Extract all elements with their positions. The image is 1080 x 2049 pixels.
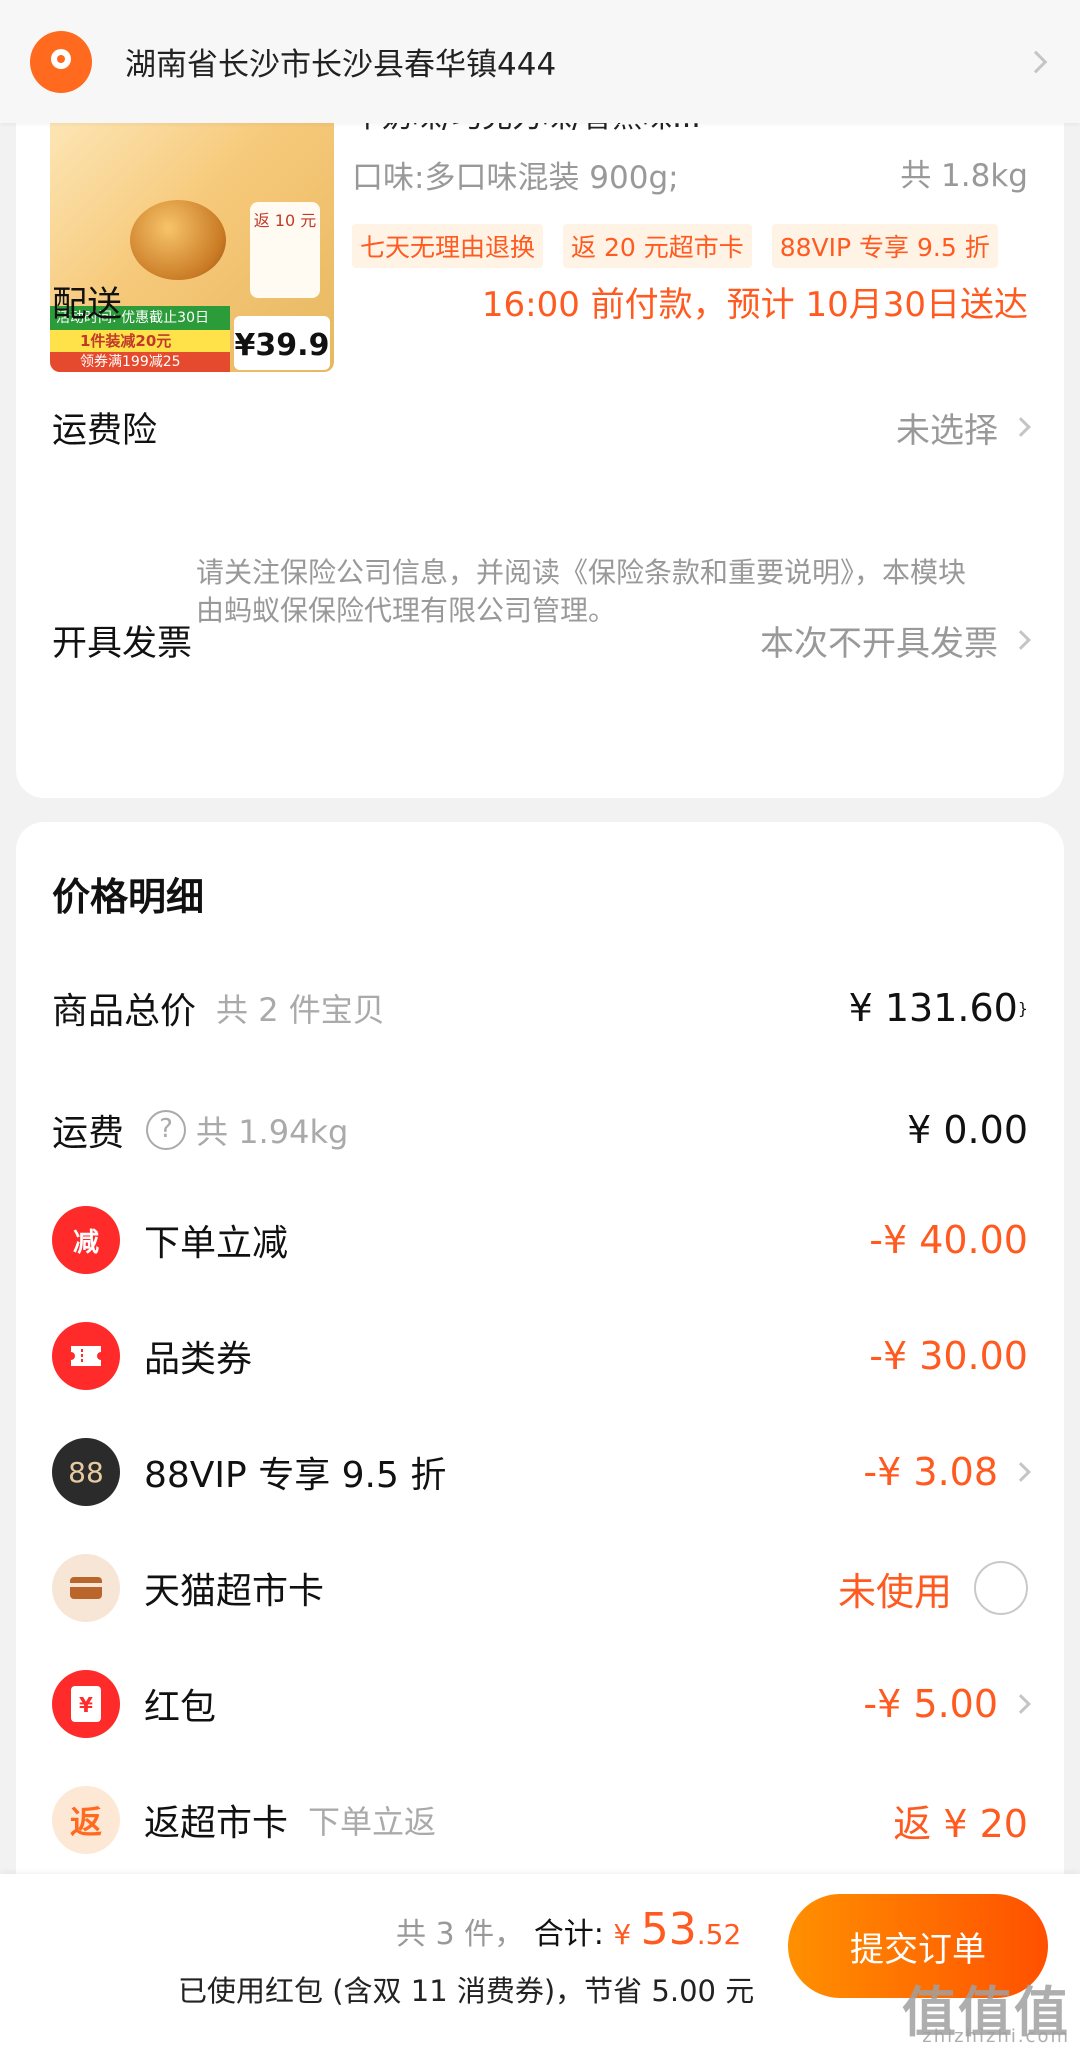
product-spec: 口味:多口味混装 900g; bbox=[352, 160, 679, 196]
order-discount-amount: -¥ 40.00 bbox=[869, 1218, 1028, 1262]
location-pin-icon bbox=[30, 30, 92, 93]
invoice-value: 本次不开具发票 bbox=[760, 623, 998, 664]
chevron-right-icon bbox=[1011, 417, 1031, 437]
category-coupon-label: 品类券 bbox=[144, 1339, 253, 1380]
order-card: 返 10 元 活动时间: 优惠截止30日 12点整 1件装减20元 领券满199… bbox=[16, 60, 1064, 798]
red-packet-glyph: ¥ bbox=[71, 1686, 101, 1722]
invoice-label: 开具发票 bbox=[52, 623, 193, 664]
delivery-label: 配送 bbox=[52, 284, 123, 325]
red-packet-label: 红包 bbox=[144, 1687, 217, 1728]
invoice-row[interactable]: 开具发票 本次不开具发票 bbox=[52, 605, 1031, 675]
goods-total-amount: ¥ 131.60 bbox=[848, 986, 1018, 1030]
vip-discount-row[interactable]: 88 88VIP 专享 9.5 折 -¥ 3.08 bbox=[52, 1436, 1031, 1508]
savings-text: 已使用红包 (含双 11 消费券)，节省 5.00 元 bbox=[178, 1974, 755, 2008]
service-tag: 88VIP 专享 9.5 折 bbox=[771, 224, 998, 268]
shipping-weight: 共 1.94kg bbox=[196, 1113, 349, 1151]
vip-discount-amount: -¥ 3.08 bbox=[863, 1450, 998, 1494]
goods-total-label: 商品总价 bbox=[52, 991, 197, 1032]
product-weight: 共 1.8kg bbox=[900, 158, 1028, 194]
thumb-band: 领券满199减25 bbox=[50, 352, 230, 372]
chevron-right-icon bbox=[1024, 50, 1048, 73]
help-icon[interactable]: ? bbox=[146, 1110, 187, 1150]
product-tags: 七天无理由退换 返 20 元超市卡 88VIP 专享 9.5 折 bbox=[352, 224, 998, 268]
return-card-row: 返 返超市卡 下单立返 返 ¥ 20 bbox=[52, 1784, 1028, 1856]
address-bar[interactable]: 湖南省长沙市长沙县春华镇444 bbox=[0, 0, 1080, 123]
price-detail-title: 价格明细 bbox=[52, 875, 205, 919]
tmall-card-row[interactable]: 天猫超市卡 未使用 bbox=[52, 1552, 1028, 1624]
red-packet-icon: ¥ bbox=[52, 1670, 120, 1738]
shipping-row: 运费 ? 共 1.94kg ¥ 0.00 bbox=[52, 1094, 1028, 1166]
order-discount-row: 减 下单立减 -¥ 40.00 bbox=[52, 1204, 1028, 1276]
price-detail-card: 价格明细 商品总价 共 2 件宝贝 ¥ 131.60 } 运费 ? 共 1.94… bbox=[16, 822, 1064, 2049]
red-packet-row[interactable]: ¥ 红包 -¥ 5.00 bbox=[52, 1668, 1031, 1740]
chevron-right-icon bbox=[1011, 1694, 1031, 1714]
chevron-right-icon bbox=[1011, 630, 1031, 650]
total-label: 合计: bbox=[533, 1917, 604, 1952]
order-summary: 共 3 件， 合计: ¥ 53.52 bbox=[396, 1904, 741, 1955]
shipping-label: 运费 bbox=[52, 1113, 125, 1154]
red-packet-amount: -¥ 5.00 bbox=[863, 1682, 998, 1726]
tmall-card-label: 天猫超市卡 bbox=[144, 1571, 325, 1612]
return-card-sub: 下单立返 bbox=[308, 1803, 437, 1841]
checkout-bar: 共 3 件， 合计: ¥ 53.52 已使用红包 (含双 11 消费券)，节省 … bbox=[0, 1874, 1080, 2049]
coupon-icon bbox=[52, 1322, 120, 1390]
return-card-amount: 返 ¥ 20 bbox=[893, 1801, 1028, 1846]
insurance-row[interactable]: 运费险 未选择 bbox=[52, 392, 1031, 462]
tmall-card-status: 未使用 bbox=[837, 1569, 952, 1614]
category-coupon-amount: -¥ 30.00 bbox=[869, 1334, 1028, 1378]
currency-symbol: ¥ bbox=[613, 1918, 632, 1951]
watermark-url: zhizhizhi.com bbox=[922, 2026, 1070, 2047]
return-card-label: 返超市卡 bbox=[144, 1803, 289, 1844]
delivery-value: 16:00 前付款，预计 10月30日送达 bbox=[481, 284, 1028, 325]
delivery-row: 配送 16:00 前付款，预计 10月30日送达 bbox=[52, 266, 1028, 336]
service-tag: 返 20 元超市卡 bbox=[563, 224, 752, 268]
return-icon: 返 bbox=[52, 1786, 120, 1854]
tmall-card-checkbox[interactable] bbox=[974, 1561, 1028, 1615]
total-decimal: .52 bbox=[696, 1918, 742, 1951]
insurance-value: 未选择 bbox=[896, 410, 998, 451]
vip-88-icon: 88 bbox=[52, 1438, 120, 1506]
shipping-amount: ¥ 0.00 bbox=[907, 1108, 1028, 1152]
chevron-right-icon bbox=[1011, 1462, 1031, 1482]
item-count: 共 3 件， bbox=[396, 1917, 525, 1952]
vip-discount-label: 88VIP 专享 9.5 折 bbox=[144, 1455, 447, 1496]
address-text: 湖南省长沙市长沙县春华镇444 bbox=[125, 47, 557, 83]
category-coupon-row: 品类券 -¥ 30.00 bbox=[52, 1320, 1028, 1392]
order-discount-label: 下单立减 bbox=[144, 1223, 289, 1264]
total-integer: 53 bbox=[640, 1904, 697, 1955]
goods-total-count: 共 2 件宝贝 bbox=[216, 991, 385, 1029]
goods-total-row: 商品总价 共 2 件宝贝 ¥ 131.60 } bbox=[52, 972, 1028, 1044]
card-icon bbox=[52, 1554, 120, 1622]
service-tag: 七天无理由退换 bbox=[352, 224, 544, 268]
insurance-label: 运费险 bbox=[52, 410, 158, 451]
discount-icon: 减 bbox=[52, 1206, 120, 1274]
